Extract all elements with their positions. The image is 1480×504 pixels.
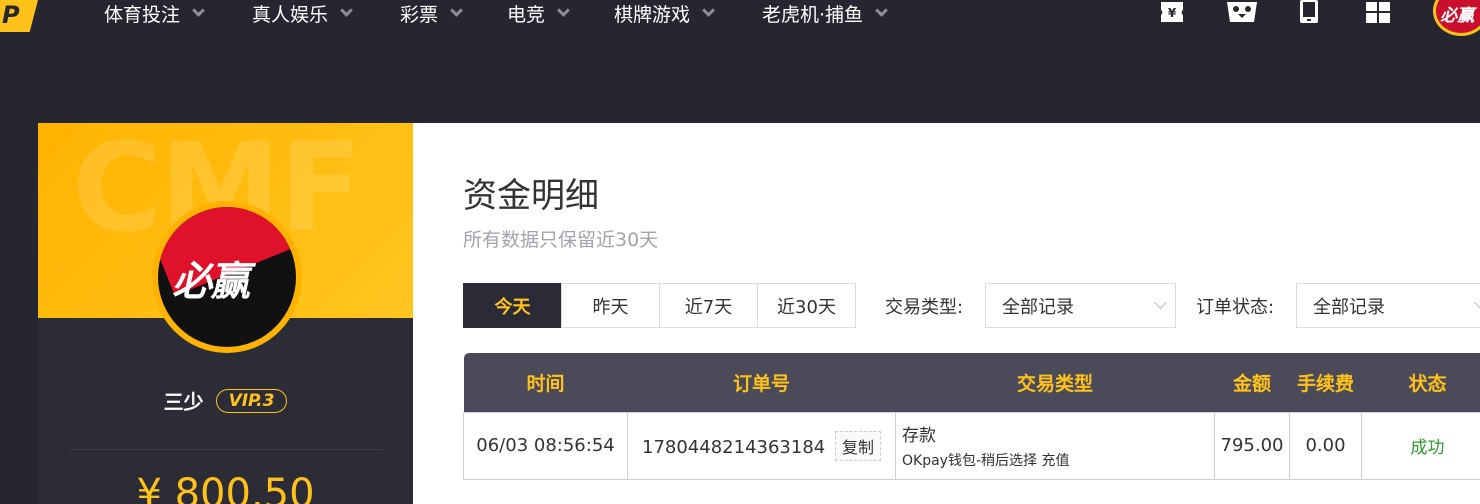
type-main: 存款: [902, 426, 936, 446]
logo-letter: P: [2, 1, 20, 29]
order-number: 1780448214363184: [642, 436, 826, 458]
tab-last-7-days[interactable]: 近7天: [659, 283, 758, 328]
chevron-down-icon: [1474, 296, 1480, 309]
fund-details-panel: 资金明细 所有数据只保留近30天 今天 昨天 近7天 近30天 交易类型: 全部…: [413, 123, 1480, 504]
cell-amount: 795.00: [1214, 411, 1290, 480]
nav-item-live-casino[interactable]: 真人娱乐: [252, 0, 353, 26]
date-range-tabs: 今天 昨天 近7天 近30天: [463, 283, 856, 328]
nav-item-label: 老虎机·捕鱼: [762, 3, 864, 26]
order-status-label: 订单状态:: [1196, 296, 1275, 318]
profile-avatar: 必赢: [152, 201, 302, 353]
chevron-down-icon: [1154, 296, 1167, 309]
column-header-type: 交易类型: [895, 353, 1215, 412]
nav-item-label: 棋牌游戏: [614, 3, 691, 26]
status-badge: 成功: [1410, 438, 1445, 458]
order-status-value: 全部记录: [1313, 296, 1385, 318]
cell-order-no: 1780448214363184 复制: [627, 411, 896, 480]
vip-badge: VIP.3: [215, 388, 288, 413]
page-title: 资金明细: [463, 176, 599, 216]
user-avatar[interactable]: 必赢: [1433, 0, 1480, 36]
page-subtitle: 所有数据只保留近30天: [463, 229, 659, 251]
username: 三少: [163, 390, 204, 414]
chevron-down-icon: [875, 3, 888, 17]
type-detail: OKpay钱包-稍后选择 充值: [902, 453, 1070, 469]
tab-today[interactable]: 今天: [463, 283, 562, 328]
gift-box-icon[interactable]: [1226, 0, 1258, 24]
nav-item-esports[interactable]: 电竞: [507, 0, 570, 26]
transaction-type-select[interactable]: 全部记录: [985, 283, 1176, 328]
svg-text:¥: ¥: [1168, 6, 1177, 20]
nav-item-label: 电竞: [507, 3, 546, 26]
cell-fee: 0.00: [1289, 411, 1362, 480]
divider: [69, 449, 382, 450]
nav-item-lottery[interactable]: 彩票: [400, 0, 463, 26]
column-header-status: 状态: [1361, 353, 1480, 412]
tab-yesterday[interactable]: 昨天: [561, 283, 660, 328]
profile-avatar-text: 必赢: [170, 259, 257, 305]
account-balance: ¥ 800.50: [136, 471, 315, 504]
grid-menu-icon[interactable]: [1365, 0, 1391, 24]
chevron-down-icon: [192, 3, 205, 17]
nav-item-label: 真人娱乐: [252, 3, 329, 26]
chevron-down-icon: [450, 3, 463, 17]
chevron-down-icon: [557, 3, 570, 17]
copy-button[interactable]: 复制: [834, 430, 881, 461]
nav-item-label: 体育投注: [104, 3, 181, 26]
nav-item-label: 彩票: [400, 3, 439, 26]
site-logo[interactable]: P: [0, 0, 38, 32]
nav-item-card-games[interactable]: 棋牌游戏: [614, 0, 715, 26]
column-header-time: 时间: [463, 353, 628, 412]
order-status-select[interactable]: 全部记录: [1296, 283, 1480, 328]
mobile-phone-icon[interactable]: [1297, 0, 1321, 24]
column-header-amount: 金额: [1214, 353, 1290, 412]
nav-item-slots-fishing[interactable]: 老虎机·捕鱼: [762, 0, 888, 26]
chevron-down-icon: [340, 3, 353, 17]
cell-type: 存款 OKpay钱包-稍后选择 充值: [895, 411, 1215, 480]
transactions-table: 时间 订单号 交易类型 金额 手续费 状态 06/03 08:56:54 178…: [463, 353, 1480, 480]
top-nav-bar: P 体育投注 真人娱乐 彩票 电竞 棋牌游戏 老虎机·捕鱼 ¥ 必赢: [0, 0, 1480, 36]
chevron-down-icon: [702, 3, 715, 17]
column-header-order-no: 订单号: [627, 353, 896, 412]
table-row: 06/03 08:56:54 1780448214363184 复制 存款 OK…: [463, 411, 1480, 480]
cell-status: 成功: [1361, 411, 1480, 480]
username-row: 三少 VIP.3: [38, 386, 413, 415]
profile-card: CMF 必赢 三少 VIP.3 ¥ 800.50: [38, 123, 413, 504]
avatar-text: 必赢: [1439, 6, 1478, 26]
column-header-fee: 手续费: [1289, 353, 1362, 412]
transaction-type-value: 全部记录: [1002, 296, 1074, 318]
table-header-row: 时间 订单号 交易类型 金额 手续费 状态: [463, 353, 1480, 412]
cell-time: 06/03 08:56:54: [463, 411, 628, 480]
wallet-yen-icon[interactable]: ¥: [1159, 0, 1185, 24]
tab-last-30-days[interactable]: 近30天: [757, 283, 856, 328]
nav-item-sports[interactable]: 体育投注: [104, 0, 205, 26]
transaction-type-label: 交易类型:: [885, 296, 964, 318]
